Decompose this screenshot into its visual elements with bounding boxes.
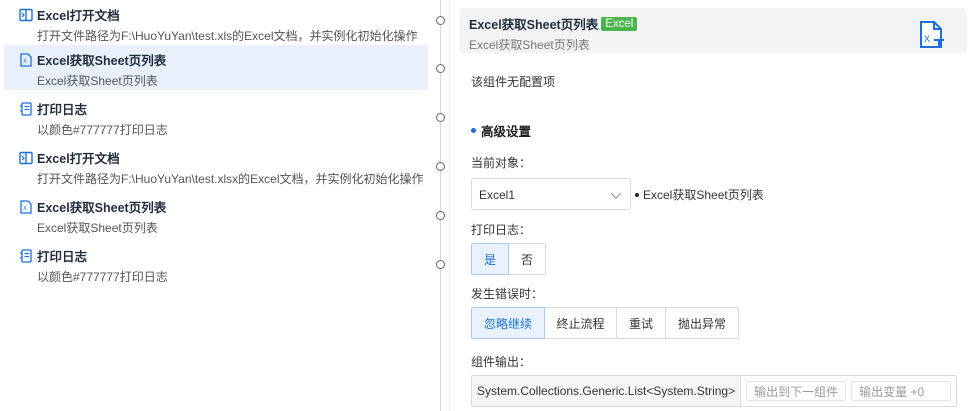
on-error-label: 发生错误时： (471, 287, 544, 301)
excel-sheet-icon: X (18, 199, 34, 215)
ignore-continue-button[interactable]: 忽略继续 (471, 307, 545, 339)
retry-button[interactable]: 重试 (616, 307, 666, 339)
step-desc: 打开文件路径为F:\HuoYuYan\test.xls的Excel文档，并实例化… (37, 29, 418, 43)
print-log-toggle: 是 否 (471, 243, 546, 275)
bullet-dot (635, 192, 639, 197)
current-object-desc: Excel获取Sheet页列表 (635, 186, 764, 203)
chevron-down-icon (610, 189, 622, 203)
flow-panel: Excel打开文档 打开文件路径为F:\HuoYuYan\test.xls的Ex… (0, 0, 450, 411)
advanced-settings-label: 高级设置 (481, 125, 532, 139)
svg-text:X: X (23, 206, 27, 212)
flow-step-excel-sheet-list-1[interactable]: X Excel获取Sheet页列表 Excel获取Sheet页列表 (4, 45, 428, 90)
step-title: 打印日志 (37, 103, 88, 117)
output-type: System.Collections.Generic.List<System.S… (472, 376, 742, 406)
flow-step-print-log-2[interactable]: 打印日志 以颜色#777777打印日志 (4, 241, 428, 286)
throw-exception-button[interactable]: 抛出异常 (665, 307, 739, 339)
step-desc: Excel获取Sheet页列表 (37, 74, 158, 88)
flow-step-excel-sheet-list-2[interactable]: X Excel获取Sheet页列表 Excel获取Sheet页列表 (4, 192, 428, 237)
component-header: Excel获取Sheet页列表 Excel Excel获取Sheet页列表 X (459, 8, 967, 53)
excel-sheet-large-icon: X (917, 20, 947, 53)
step-port[interactable] (436, 211, 445, 220)
component-subtitle: Excel获取Sheet页列表 (469, 38, 590, 52)
output-variable-button[interactable]: 输出变量 +0 (851, 381, 952, 401)
flow-step-print-log-1[interactable]: 打印日志 以颜色#777777打印日志 (4, 94, 428, 139)
step-title: Excel获取Sheet页列表 (37, 54, 167, 68)
category-tag: Excel (601, 16, 638, 31)
step-title: Excel获取Sheet页列表 (37, 201, 167, 215)
advanced-settings-title: 高级设置 (471, 121, 531, 140)
step-desc: 以颜色#777777打印日志 (37, 123, 168, 137)
step-port[interactable] (436, 64, 445, 73)
output-to-next-button[interactable]: 输出到下一组件 (746, 381, 847, 401)
current-object-select[interactable]: Excel1 (471, 178, 631, 210)
bullet-dot (471, 128, 476, 133)
log-icon (18, 101, 34, 117)
step-port[interactable] (436, 162, 445, 171)
log-icon (18, 248, 34, 264)
step-port[interactable] (436, 260, 445, 269)
flow-step-excel-open-2[interactable]: Excel打开文档 打开文件路径为F:\HuoYuYan\test.xlsx的E… (4, 143, 428, 188)
step-title: Excel打开文档 (37, 9, 120, 23)
output-row: System.Collections.Generic.List<System.S… (471, 375, 957, 407)
print-log-yes-button[interactable]: 是 (471, 243, 509, 275)
excel-open-icon (18, 150, 34, 166)
config-panel: Excel获取Sheet页列表 Excel Excel获取Sheet页列表 X … (451, 0, 973, 411)
svg-text:X: X (23, 59, 27, 65)
stop-flow-button[interactable]: 终止流程 (544, 307, 617, 339)
current-object-value: Excel1 (479, 188, 516, 202)
step-port[interactable] (436, 16, 445, 25)
step-title: Excel打开文档 (37, 152, 120, 166)
flow-step-excel-open-1[interactable]: Excel打开文档 打开文件路径为F:\HuoYuYan\test.xls的Ex… (4, 0, 428, 45)
flow-connector-line (440, 0, 441, 411)
step-title: 打印日志 (37, 250, 88, 264)
current-object-label: 当前对象： (471, 156, 532, 170)
step-desc: 以颜色#777777打印日志 (37, 270, 168, 284)
output-label: 组件输出： (471, 355, 532, 369)
excel-sheet-icon: X (18, 52, 34, 68)
step-port[interactable] (436, 113, 445, 122)
step-desc: Excel获取Sheet页列表 (37, 221, 158, 235)
step-desc: 打开文件路径为F:\HuoYuYan\test.xlsx的Excel文档，并实例… (37, 172, 424, 186)
print-log-label: 打印日志： (471, 223, 532, 237)
print-log-no-button[interactable]: 否 (508, 243, 546, 275)
excel-open-icon (18, 7, 34, 23)
on-error-toggle: 忽略继续 终止流程 重试 抛出异常 (471, 307, 739, 339)
component-title: Excel获取Sheet页列表 (469, 18, 599, 32)
no-config-text: 该组件无配置项 (471, 75, 556, 89)
svg-text:X: X (924, 34, 930, 44)
current-object-desc-text: Excel获取Sheet页列表 (643, 188, 764, 202)
